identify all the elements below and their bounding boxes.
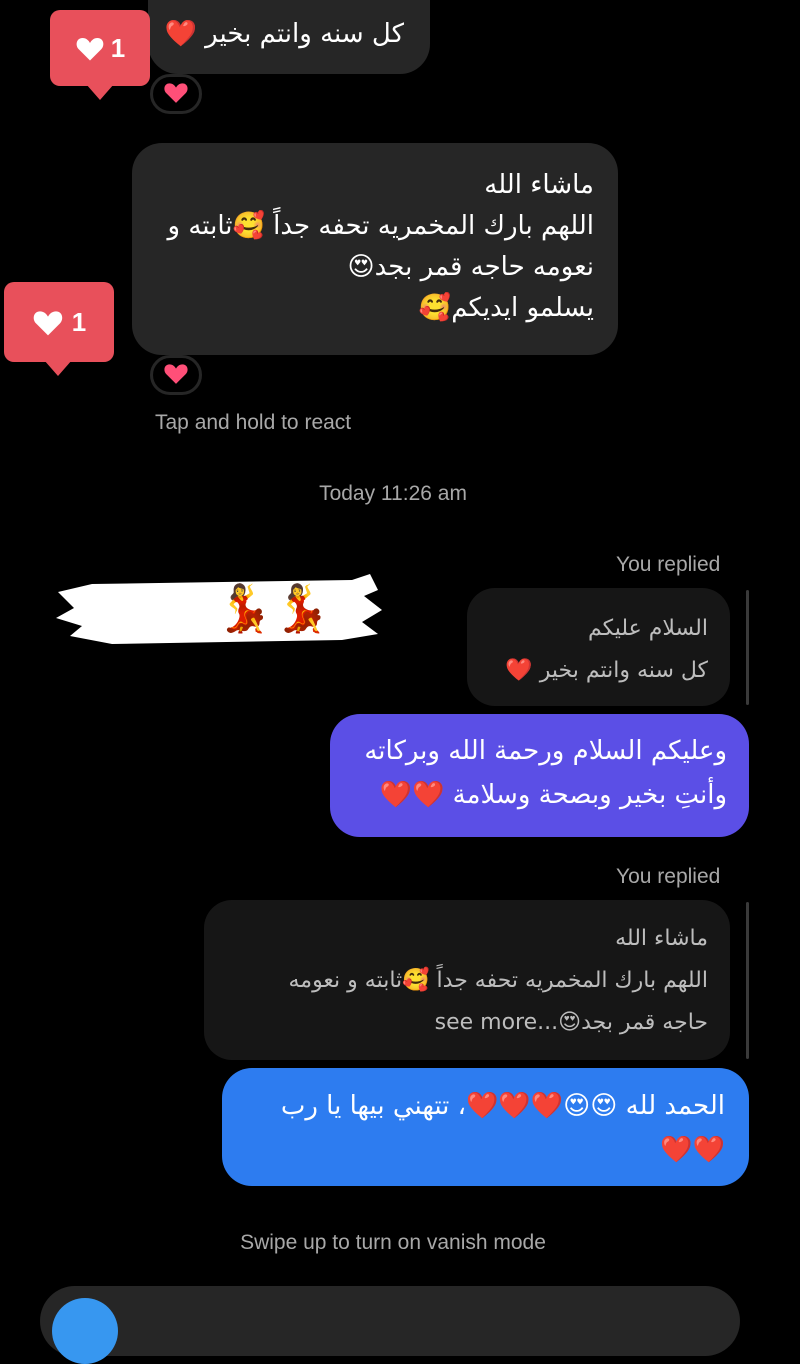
timestamp: Today 11:26 am [319, 482, 467, 505]
reply-indicator-line [746, 590, 749, 705]
quote-line: اللهم بارك المخمريه تحفه جداً 🥰ثابته و ن… [288, 968, 708, 993]
incoming-message-1[interactable]: كل سنه وانتم بخير ❤️ [148, 0, 430, 74]
like-badge[interactable]: 1 [50, 10, 150, 100]
pink-heart-icon [163, 80, 189, 108]
quote-line: كل سنه وانتم بخير ❤️ [505, 658, 708, 683]
message-line: ماشاء الله [484, 170, 594, 200]
you-replied-label: You replied [616, 865, 721, 888]
you-replied-label: You replied [616, 553, 721, 576]
replied-to-quote[interactable]: ماشاء الله اللهم بارك المخمريه تحفه جداً… [204, 900, 730, 1060]
message-composer[interactable] [40, 1286, 740, 1356]
quote-line: حاجه قمر بجد😍...see more [434, 1010, 708, 1035]
pink-heart-icon [163, 361, 189, 389]
quote-line: ماشاء الله [615, 926, 708, 951]
message-text: كل سنه وانتم بخير ❤️ [164, 19, 404, 49]
like-count: 1 [71, 306, 87, 337]
message-line: ❤️❤️ [660, 1135, 725, 1165]
heart-icon [75, 34, 105, 62]
outgoing-message-2[interactable]: الحمد لله 😍😍❤️❤️❤️، تتهني بيها يا رب ❤️❤… [222, 1068, 749, 1186]
tap-and-hold-hint: Tap and hold to react [155, 411, 352, 434]
heart-icon [32, 307, 64, 337]
message-line: يسلمو ايديكم🥰 [418, 293, 594, 323]
message-line: الحمد لله 😍😍❤️❤️❤️، تتهني بيها يا رب [280, 1091, 725, 1121]
sticker-emojis: 😍😍😍💃💃 [72, 581, 331, 635]
like-count: 1 [110, 32, 126, 63]
vanish-mode-hint[interactable]: Swipe up to turn on vanish mode [0, 1231, 786, 1255]
reaction-pill[interactable] [150, 355, 202, 395]
incoming-message-2[interactable]: ماشاء الله اللهم بارك المخمريه تحفه جداً… [132, 143, 618, 355]
outgoing-message-1[interactable]: وعليكم السلام ورحمة الله وبركاته وأنتِ ب… [330, 714, 749, 837]
message-line: وعليكم السلام ورحمة الله وبركاته [364, 736, 727, 766]
reaction-pill[interactable] [150, 74, 202, 114]
sticker[interactable]: 😍😍😍💃💃 [52, 570, 384, 648]
quote-line: السلام عليكم [587, 616, 708, 641]
reply-indicator-line [746, 902, 749, 1059]
message-line: اللهم بارك المخمريه تحفه جداً 🥰ثابته و [167, 211, 594, 241]
replied-to-quote[interactable]: السلام عليكم كل سنه وانتم بخير ❤️ [467, 588, 730, 706]
like-badge[interactable]: 1 [4, 282, 114, 376]
message-line: وأنتِ بخير وبصحة وسلامة ❤️❤️ [379, 780, 727, 810]
message-line: نعومه حاجه قمر بجد😍 [347, 252, 594, 282]
camera-icon[interactable] [52, 1298, 118, 1364]
